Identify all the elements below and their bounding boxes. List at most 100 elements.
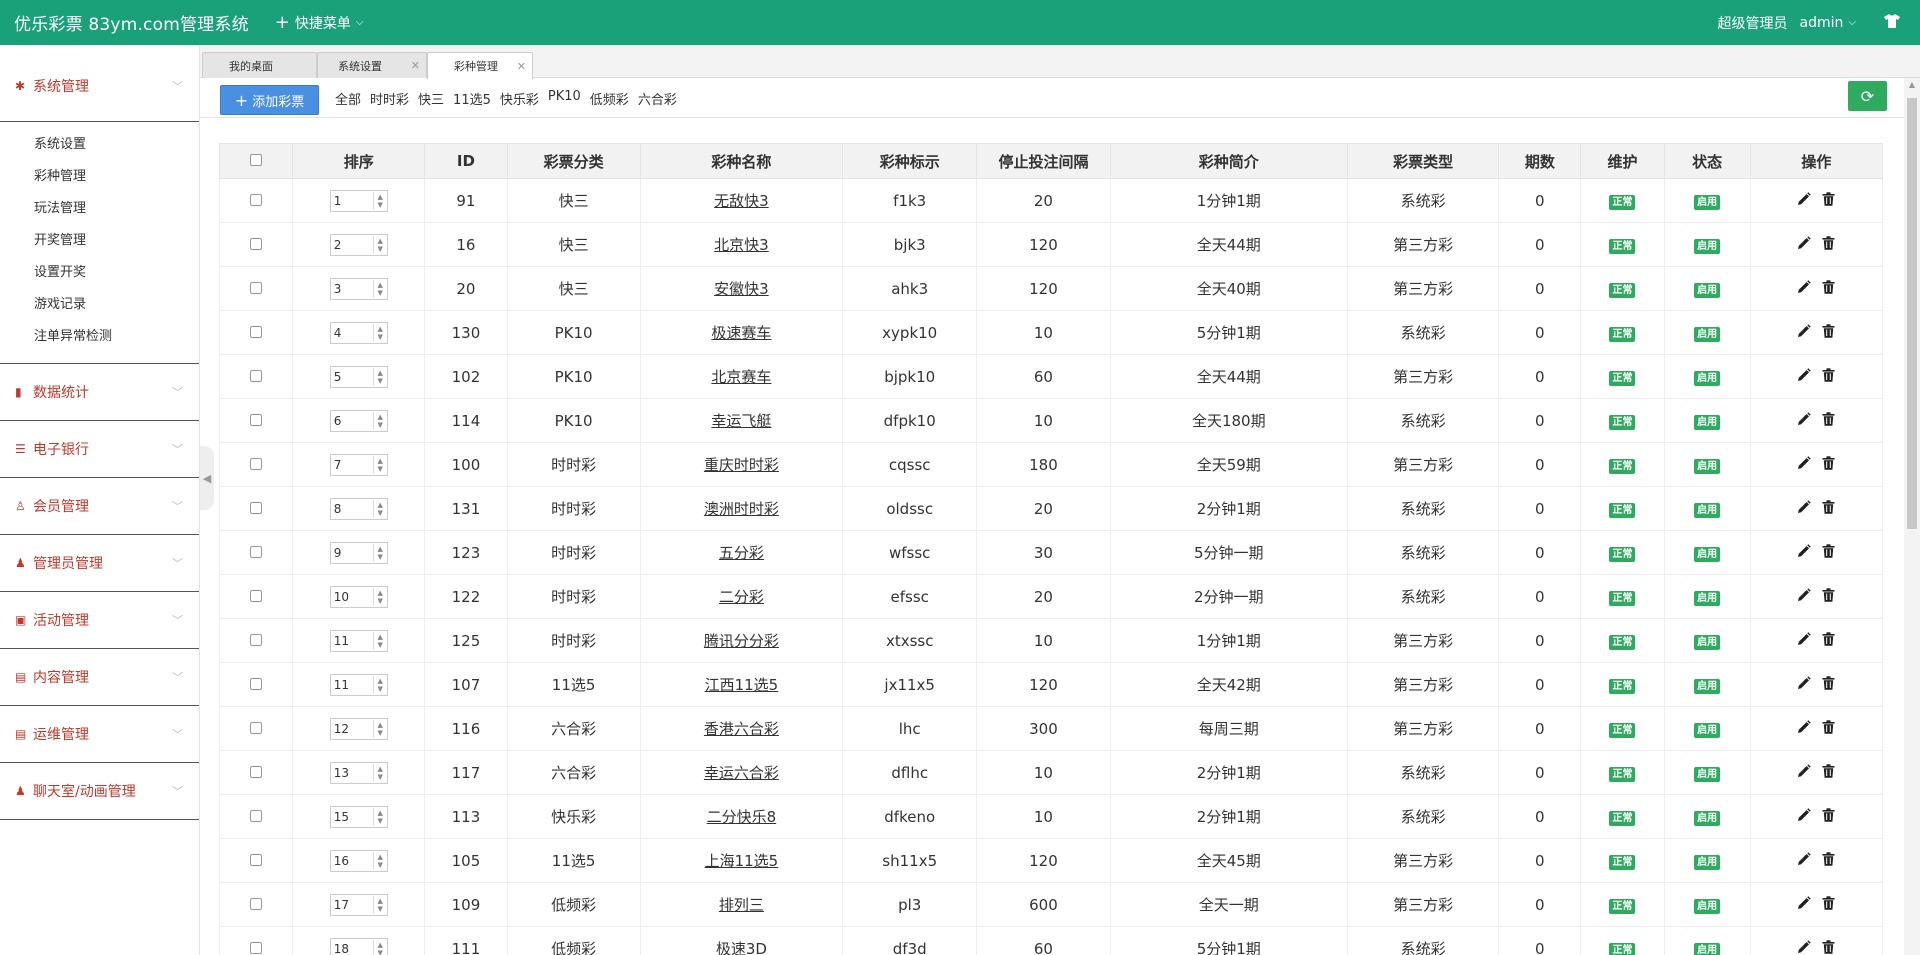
delete-trash-icon[interactable]	[1821, 587, 1835, 602]
maintenance-badge[interactable]: 正常	[1609, 723, 1636, 738]
filter-link[interactable]: 时时彩	[370, 89, 409, 108]
lottery-name-link[interactable]: 排列三	[719, 896, 764, 914]
maintenance-badge[interactable]: 正常	[1609, 679, 1636, 694]
edit-pencil-icon[interactable]	[1797, 939, 1812, 954]
filter-link[interactable]: 全部	[335, 89, 361, 108]
lottery-name-link[interactable]: 幸运飞艇	[711, 412, 771, 430]
filter-link[interactable]: 11选5	[453, 89, 491, 108]
edit-pencil-icon[interactable]	[1797, 499, 1812, 514]
status-badge[interactable]: 启用	[1694, 195, 1721, 210]
sidebar-section-2[interactable]: ☰ 电子银行 ﹀	[0, 421, 199, 478]
delete-trash-icon[interactable]	[1821, 411, 1835, 426]
lottery-name-link[interactable]: 澳洲时时彩	[704, 500, 779, 518]
status-badge[interactable]: 启用	[1694, 459, 1721, 474]
delete-trash-icon[interactable]	[1821, 939, 1835, 954]
status-badge[interactable]: 启用	[1694, 327, 1721, 342]
maintenance-badge[interactable]: 正常	[1609, 195, 1636, 210]
maintenance-badge[interactable]: 正常	[1609, 371, 1636, 386]
stepper-arrows-icon[interactable]: ▲ ▼	[372, 455, 387, 474]
lottery-name-link[interactable]: 极速赛车	[711, 324, 771, 342]
sidebar-subitem[interactable]: 注单异常检测	[0, 321, 199, 353]
stepper-arrows-icon[interactable]: ▲ ▼	[372, 851, 387, 870]
row-checkbox[interactable]	[250, 325, 263, 338]
maintenance-badge[interactable]: 正常	[1609, 547, 1636, 562]
row-checkbox[interactable]	[250, 545, 263, 558]
skin-shirt-icon[interactable]	[1884, 13, 1900, 32]
maintenance-badge[interactable]: 正常	[1609, 943, 1636, 955]
stepper-arrows-icon[interactable]: ▲ ▼	[372, 675, 387, 694]
stepper-arrows-icon[interactable]: ▲ ▼	[372, 939, 387, 955]
delete-trash-icon[interactable]	[1821, 807, 1835, 822]
status-badge[interactable]: 启用	[1694, 855, 1721, 870]
sidebar-section-7[interactable]: ▤ 运维管理 ﹀	[0, 706, 199, 763]
close-icon[interactable]: ✕	[517, 60, 526, 73]
filter-link[interactable]: 快乐彩	[500, 89, 539, 108]
edit-pencil-icon[interactable]	[1797, 763, 1812, 778]
sort-stepper[interactable]: 1 ▲ ▼	[329, 189, 388, 212]
delete-trash-icon[interactable]	[1821, 499, 1835, 514]
status-badge[interactable]: 启用	[1694, 767, 1721, 782]
delete-trash-icon[interactable]	[1821, 279, 1835, 294]
sort-stepper[interactable]: 7 ▲ ▼	[329, 453, 388, 476]
row-checkbox[interactable]	[250, 897, 263, 910]
maintenance-badge[interactable]: 正常	[1609, 635, 1636, 650]
stepper-arrows-icon[interactable]: ▲ ▼	[372, 587, 387, 606]
delete-trash-icon[interactable]	[1821, 851, 1835, 866]
sort-stepper[interactable]: 6 ▲ ▼	[329, 409, 388, 432]
row-checkbox[interactable]	[250, 237, 263, 250]
sidebar-section-6[interactable]: ▤ 内容管理 ﹀	[0, 649, 199, 706]
edit-pencil-icon[interactable]	[1797, 235, 1812, 250]
status-badge[interactable]: 启用	[1694, 635, 1721, 650]
status-badge[interactable]: 启用	[1694, 811, 1721, 826]
delete-trash-icon[interactable]	[1821, 631, 1835, 646]
edit-pencil-icon[interactable]	[1797, 587, 1812, 602]
refresh-button[interactable]: ⟳	[1848, 81, 1887, 111]
stepper-arrows-icon[interactable]: ▲ ▼	[372, 367, 387, 386]
delete-trash-icon[interactable]	[1821, 763, 1835, 778]
sort-stepper[interactable]: 3 ▲ ▼	[329, 277, 388, 300]
lottery-name-link[interactable]: 无敌快3	[714, 192, 769, 210]
stepper-arrows-icon[interactable]: ▲ ▼	[372, 235, 387, 254]
sidebar-section-4[interactable]: ♟ 管理员管理 ﹀	[0, 535, 199, 592]
row-checkbox[interactable]	[250, 589, 263, 602]
sidebar-subitem[interactable]: 系统设置	[0, 129, 199, 161]
row-checkbox[interactable]	[250, 193, 263, 206]
stepper-arrows-icon[interactable]: ▲ ▼	[372, 279, 387, 298]
sort-stepper[interactable]: 2 ▲ ▼	[329, 233, 388, 256]
close-icon[interactable]: ✕	[411, 59, 420, 72]
lottery-name-link[interactable]: 上海11选5	[705, 852, 779, 870]
sidebar-section-1[interactable]: ▮ 数据统计 ﹀	[0, 364, 199, 421]
lottery-name-link[interactable]: 幸运六合彩	[704, 764, 779, 782]
lottery-name-link[interactable]: 北京快3	[714, 236, 769, 254]
sort-stepper[interactable]: 5 ▲ ▼	[329, 365, 388, 388]
sort-stepper[interactable]: 9 ▲ ▼	[329, 541, 388, 564]
lottery-name-link[interactable]: 北京赛车	[711, 368, 771, 386]
edit-pencil-icon[interactable]	[1797, 367, 1812, 382]
edit-pencil-icon[interactable]	[1797, 895, 1812, 910]
stepper-arrows-icon[interactable]: ▲ ▼	[372, 895, 387, 914]
sort-stepper[interactable]: 11 ▲ ▼	[329, 629, 388, 652]
maintenance-badge[interactable]: 正常	[1609, 811, 1636, 826]
sort-stepper[interactable]: 10 ▲ ▼	[329, 585, 388, 608]
sort-stepper[interactable]: 12 ▲ ▼	[329, 717, 388, 740]
stepper-arrows-icon[interactable]: ▲ ▼	[372, 631, 387, 650]
edit-pencil-icon[interactable]	[1797, 323, 1812, 338]
status-badge[interactable]: 启用	[1694, 723, 1721, 738]
row-checkbox[interactable]	[250, 281, 263, 294]
row-checkbox[interactable]	[250, 853, 263, 866]
edit-pencil-icon[interactable]	[1797, 543, 1812, 558]
delete-trash-icon[interactable]	[1821, 367, 1835, 382]
scroll-up-arrow[interactable]: ▲	[1904, 78, 1920, 92]
scroll-thumb[interactable]	[1907, 98, 1917, 529]
delete-trash-icon[interactable]	[1821, 895, 1835, 910]
maintenance-badge[interactable]: 正常	[1609, 415, 1636, 430]
filter-link[interactable]: 快三	[418, 89, 444, 108]
lottery-name-link[interactable]: 腾讯分分彩	[704, 632, 779, 650]
lottery-name-link[interactable]: 香港六合彩	[704, 720, 779, 738]
sort-stepper[interactable]: 16 ▲ ▼	[329, 849, 388, 872]
row-checkbox[interactable]	[250, 765, 263, 778]
maintenance-badge[interactable]: 正常	[1609, 283, 1636, 298]
stepper-arrows-icon[interactable]: ▲ ▼	[372, 499, 387, 518]
row-checkbox[interactable]	[250, 457, 263, 470]
status-badge[interactable]: 启用	[1694, 591, 1721, 606]
